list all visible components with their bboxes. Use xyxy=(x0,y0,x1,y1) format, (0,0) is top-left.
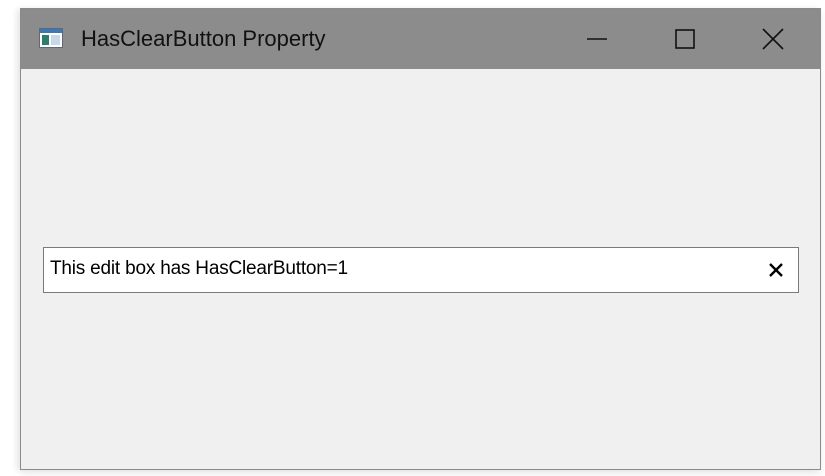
app-window-icon xyxy=(39,28,63,48)
minimize-button[interactable] xyxy=(553,9,641,69)
edit-box-value[interactable]: This edit box has HasClearButton=1 xyxy=(50,257,348,281)
maximize-button[interactable] xyxy=(641,9,729,69)
clear-x-icon xyxy=(769,263,783,277)
edit-box[interactable]: This edit box has HasClearButton=1 xyxy=(43,247,799,293)
close-button[interactable] xyxy=(729,9,817,69)
close-icon xyxy=(762,28,784,50)
app-window: HasClearButton Property This edit box ha… xyxy=(20,8,821,470)
maximize-icon xyxy=(675,29,695,49)
window-title: HasClearButton Property xyxy=(81,26,326,51)
clear-button[interactable] xyxy=(764,258,788,282)
title-bar[interactable]: HasClearButton Property xyxy=(21,9,820,69)
minimize-icon xyxy=(587,38,607,40)
